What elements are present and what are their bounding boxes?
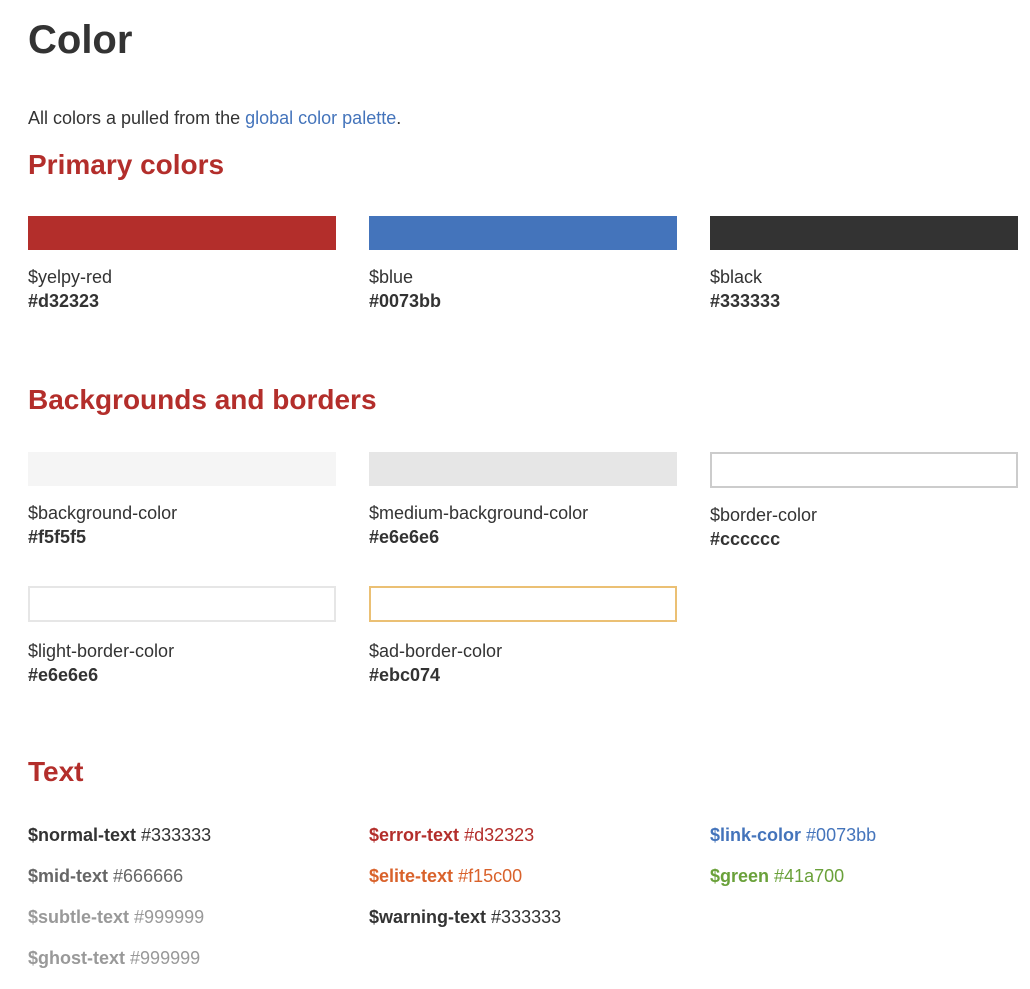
color-swatch-blue: $blue #0073bb	[369, 216, 677, 312]
color-sample	[369, 586, 677, 622]
text-color-name: $ghost-text	[28, 948, 126, 968]
color-variable-name: $medium-background-color	[369, 503, 589, 523]
section-title-primary-colors: Primary colors	[28, 149, 225, 180]
text-color-hex: #999999	[134, 907, 205, 927]
text-color-name: $link-color	[710, 825, 802, 845]
text-color-ghost-text: $ghost-text #999999	[28, 947, 200, 969]
text-color-hex: #d32323	[464, 825, 535, 845]
text-color-hex: #41a700	[774, 866, 845, 886]
section-title-text: Text	[28, 756, 84, 787]
color-hex-value: #ebc074	[369, 665, 441, 685]
text-color-warning-text: $warning-text #333333	[369, 906, 561, 928]
color-variable-name: $yelpy-red	[28, 267, 113, 287]
text-color-mid-text: $mid-text #666666	[28, 865, 183, 887]
color-variable-name: $background-color	[28, 503, 178, 523]
text-color-name: $green	[710, 866, 770, 886]
intro-suffix: .	[396, 108, 402, 128]
color-swatch-black: $black #333333	[710, 216, 1018, 312]
color-sample	[28, 452, 336, 486]
text-color-elite-text: $elite-text #f15c00	[369, 865, 522, 887]
text-color-hex: #0073bb	[806, 825, 877, 845]
color-hex-value: #e6e6e6	[369, 527, 440, 547]
section-title-backgrounds-and-borders: Backgrounds and borders	[28, 384, 377, 415]
color-sample	[28, 216, 336, 250]
color-variable-name: $border-color	[710, 505, 818, 525]
color-variable-name: $blue	[369, 267, 414, 287]
color-hex-value: #d32323	[28, 291, 100, 311]
text-color-link-color: $link-color #0073bb	[710, 824, 876, 846]
text-color-hex: #999999	[130, 948, 201, 968]
color-hex-value: #333333	[710, 291, 781, 311]
global-color-palette-link[interactable]: global color palette	[245, 108, 396, 128]
intro-paragraph: All colors a pulled from the global colo…	[28, 107, 401, 129]
color-swatch-medium-background-color: $medium-background-color #e6e6e6	[369, 452, 677, 548]
text-color-error-text: $error-text #d32323	[369, 824, 534, 846]
color-swatch-ad-border-color: $ad-border-color #ebc074	[369, 586, 677, 686]
text-color-name: $subtle-text	[28, 907, 130, 927]
color-hex-value: #f5f5f5	[28, 527, 87, 547]
color-sample	[28, 586, 336, 622]
text-color-name: $warning-text	[369, 907, 487, 927]
text-color-name: $error-text	[369, 825, 460, 845]
color-sample	[710, 216, 1018, 250]
color-swatch-background-color: $background-color #f5f5f5	[28, 452, 336, 548]
color-sample	[369, 216, 677, 250]
color-variable-name: $light-border-color	[28, 641, 175, 661]
color-swatch-yelpy-red: $yelpy-red #d32323	[28, 216, 336, 312]
color-variable-name: $ad-border-color	[369, 641, 503, 661]
text-color-hex: #f15c00	[458, 866, 523, 886]
page-title: Color	[28, 18, 133, 62]
color-hex-value: #e6e6e6	[28, 665, 99, 685]
text-color-name: $normal-text	[28, 825, 137, 845]
color-swatch-border-color: $border-color #cccccc	[710, 452, 1018, 550]
text-color-name: $elite-text	[369, 866, 454, 886]
text-color-name: $mid-text	[28, 866, 109, 886]
text-color-subtle-text: $subtle-text #999999	[28, 906, 204, 928]
color-hex-value: #0073bb	[369, 291, 442, 311]
text-color-normal-text: $normal-text #333333	[28, 824, 211, 846]
text-color-hex: #333333	[141, 825, 212, 845]
color-sample	[369, 452, 677, 486]
text-color-hex: #666666	[113, 866, 184, 886]
text-color-hex: #333333	[491, 907, 562, 927]
color-swatch-light-border-color: $light-border-color #e6e6e6	[28, 586, 336, 686]
color-sample	[710, 452, 1018, 488]
color-variable-name: $black	[710, 267, 763, 287]
color-hex-value: #cccccc	[710, 529, 781, 549]
intro-text: All colors a pulled from the	[28, 108, 246, 128]
text-color-green: $green #41a700	[710, 865, 844, 887]
